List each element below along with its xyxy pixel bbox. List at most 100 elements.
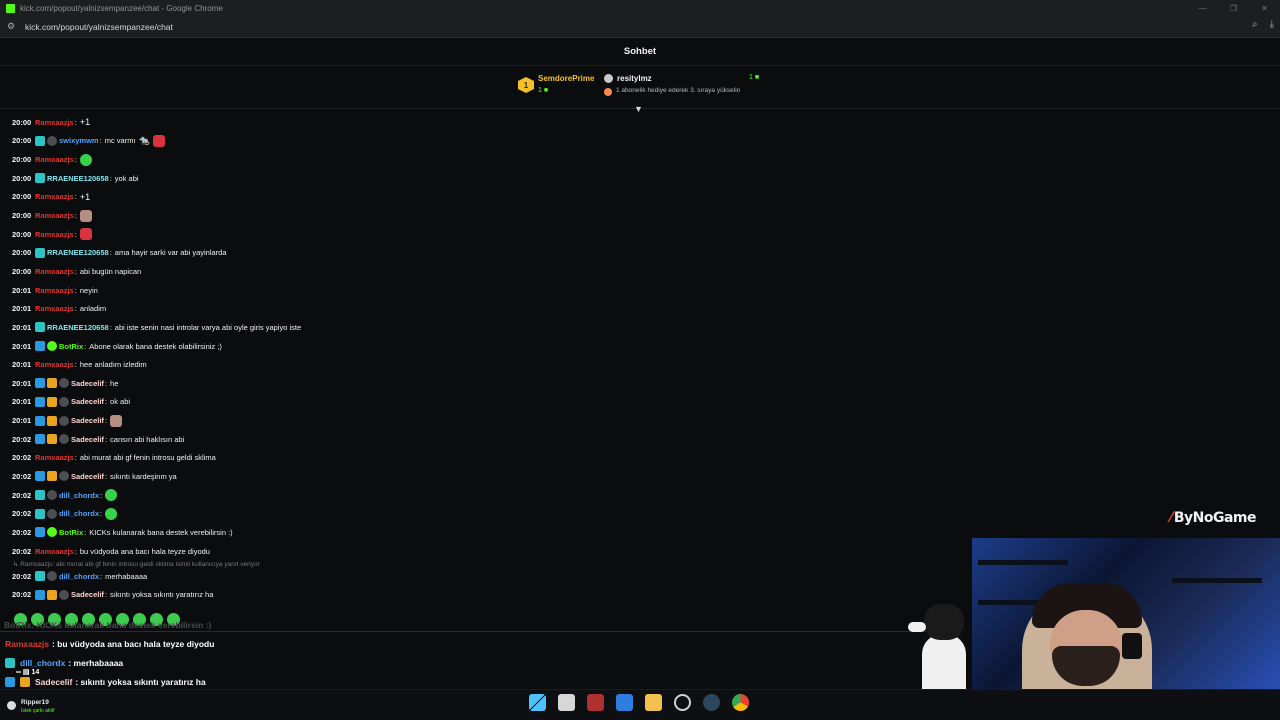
message-username[interactable]: Sadecelif — [71, 379, 104, 388]
message-username[interactable]: Ramxaazjs — [35, 286, 74, 295]
message-username[interactable]: Ramxaazjs — [35, 230, 74, 239]
message-time: 20:01 — [12, 397, 32, 407]
teal-badge-icon — [35, 322, 45, 333]
gray-badge-icon — [59, 378, 69, 389]
chat-emote-icon — [110, 414, 123, 427]
site-settings-icon[interactable]: ⚙ — [7, 21, 19, 32]
blue-badge-icon — [35, 434, 45, 445]
file-explorer-app-icon[interactable] — [558, 694, 575, 711]
message-username[interactable]: Ramxaazjs — [35, 304, 74, 313]
message-separator: : — [74, 192, 77, 202]
ring-app-icon[interactable] — [674, 694, 691, 711]
message-text: ok abi — [110, 397, 131, 407]
overlay-username: Ramxaazjs — [5, 639, 49, 649]
message-username[interactable]: Ramxaazjs — [35, 267, 74, 276]
maximize-button[interactable]: ❐ — [1218, 0, 1249, 16]
message-separator: : — [84, 527, 87, 537]
message-separator: : — [104, 471, 108, 481]
message-time: 20:01 — [12, 322, 32, 332]
message-separator: : — [100, 490, 103, 500]
message-username[interactable]: Ramxaazjs — [35, 118, 74, 127]
window-controls: — ❐ ✕ — [1187, 0, 1280, 16]
message-time: 20:02 — [12, 471, 32, 481]
leader-name[interactable]: resitylmz — [617, 74, 652, 83]
moderator-badge-icon — [5, 677, 15, 687]
message-username[interactable]: Sadecelif — [71, 397, 104, 406]
steam-app-icon[interactable] — [703, 694, 720, 711]
message-text: merhabaaaa — [105, 571, 148, 581]
gold-badge-icon — [47, 378, 57, 389]
message-username[interactable]: Sadecelif — [71, 435, 104, 444]
message-username[interactable]: Ramxaazjs — [35, 155, 74, 164]
chrome-app-icon[interactable] — [732, 694, 749, 711]
chat-message: 20:01 Sadecelif: — [12, 411, 772, 430]
message-separator: : — [100, 571, 103, 581]
message-time: 20:02 — [12, 546, 32, 556]
gifter-count-value: 1 — [538, 87, 542, 94]
gold-badge-icon — [47, 589, 57, 600]
gray-badge-icon — [59, 589, 69, 600]
message-username[interactable]: BotRix — [59, 342, 83, 351]
music-widget-icon[interactable] — [7, 701, 16, 710]
gray-badge-icon — [47, 490, 57, 501]
message-time: 20:01 — [12, 341, 32, 351]
windows-start-icon[interactable] — [529, 694, 546, 711]
gray-badge-icon — [47, 508, 57, 519]
message-username[interactable]: dill_chordx — [59, 509, 99, 518]
message-separator: : — [74, 117, 77, 127]
message-time: 20:01 — [12, 378, 32, 388]
widget-user: Ripper19 — [21, 699, 49, 706]
message-separator: : — [74, 155, 77, 165]
url-field[interactable]: kick.com/popout/yalnizsempanzee/chat — [25, 22, 173, 32]
gold-badge-icon — [47, 396, 57, 407]
message-time: 20:00 — [12, 173, 32, 183]
chat-message: 20:00 RRAENEE120658: yok abi — [12, 169, 772, 188]
chat-message: 20:00 Ramxaazjs: +1 — [12, 188, 772, 207]
gray-badge-icon — [59, 396, 69, 407]
message-username[interactable]: Ramxaazjs — [35, 453, 74, 462]
message-separator: : — [104, 590, 108, 600]
folder-app-icon[interactable] — [645, 694, 662, 711]
chat-message: 20:02 Sadecelif: sıkıntı yoksa sıkıntı yar… — [12, 586, 772, 605]
zoom-search-icon[interactable]: ⌕ — [1252, 19, 1258, 30]
chat-message: 20:02 Ramxaazjs: abi murat abi gf fenin in… — [12, 449, 772, 468]
message-username[interactable]: BotRix — [59, 528, 83, 537]
chat-message: 20:01 Ramxaazjs: anladim — [12, 299, 772, 318]
taskbar-apps — [529, 694, 749, 711]
message-username[interactable]: dill_chordx — [59, 572, 99, 581]
message-username[interactable]: Sadecelif — [71, 472, 104, 481]
message-separator: : — [109, 322, 112, 332]
message-username[interactable]: Ramxaazjs — [35, 192, 74, 201]
teal-badge-icon — [35, 173, 45, 184]
message-username[interactable]: dill_chordx — [59, 491, 99, 500]
chat-message: 20:01 Ramxaazjs: hee anladım izledim — [12, 355, 772, 374]
gray-badge-icon — [47, 571, 57, 582]
message-username[interactable]: Ramxaazjs — [35, 547, 74, 556]
message-username[interactable]: RRAENEE120658 — [47, 174, 109, 183]
gift-hint-text: 1 abonelik hediye ederek 3. sıraya yükse… — [616, 87, 741, 94]
message-username[interactable]: swixymwm — [59, 136, 99, 145]
webcam-shelf — [1172, 578, 1262, 583]
chat-emote-icon — [105, 507, 118, 520]
close-button[interactable]: ✕ — [1249, 0, 1280, 16]
brand-name: ByNoGame — [1173, 510, 1257, 526]
message-username[interactable]: Ramxaazjs — [35, 360, 74, 369]
chat-message: 20:02 dill_chordx: — [12, 486, 772, 505]
message-username[interactable]: Ramxaazjs — [35, 211, 74, 220]
store-app-icon[interactable] — [616, 694, 633, 711]
pdf-app-icon[interactable] — [587, 694, 604, 711]
overlay-line: Sadecelif : sıkıntı yoksa sıkıntı yaratı… — [5, 677, 206, 687]
top-gifter-name[interactable]: SemdorePrime — [538, 74, 594, 83]
message-text: he — [110, 378, 119, 388]
chat-emote-icon: +1 — [79, 117, 91, 128]
message-username[interactable]: Sadecelif — [71, 416, 104, 425]
message-text: abi bugün napican — [79, 266, 142, 276]
chat-title: Sohbet — [0, 38, 1280, 66]
message-username[interactable]: Sadecelif — [71, 590, 104, 599]
message-username[interactable]: RRAENEE120658 — [47, 248, 109, 257]
message-username[interactable]: RRAENEE120658 — [47, 323, 109, 332]
minimize-button[interactable]: — — [1187, 0, 1218, 16]
download-icon[interactable]: ⤓ — [1270, 19, 1274, 30]
gold-badge-icon — [47, 415, 57, 426]
chat-message: 20:00 Ramxaazjs: +1 — [12, 113, 772, 132]
